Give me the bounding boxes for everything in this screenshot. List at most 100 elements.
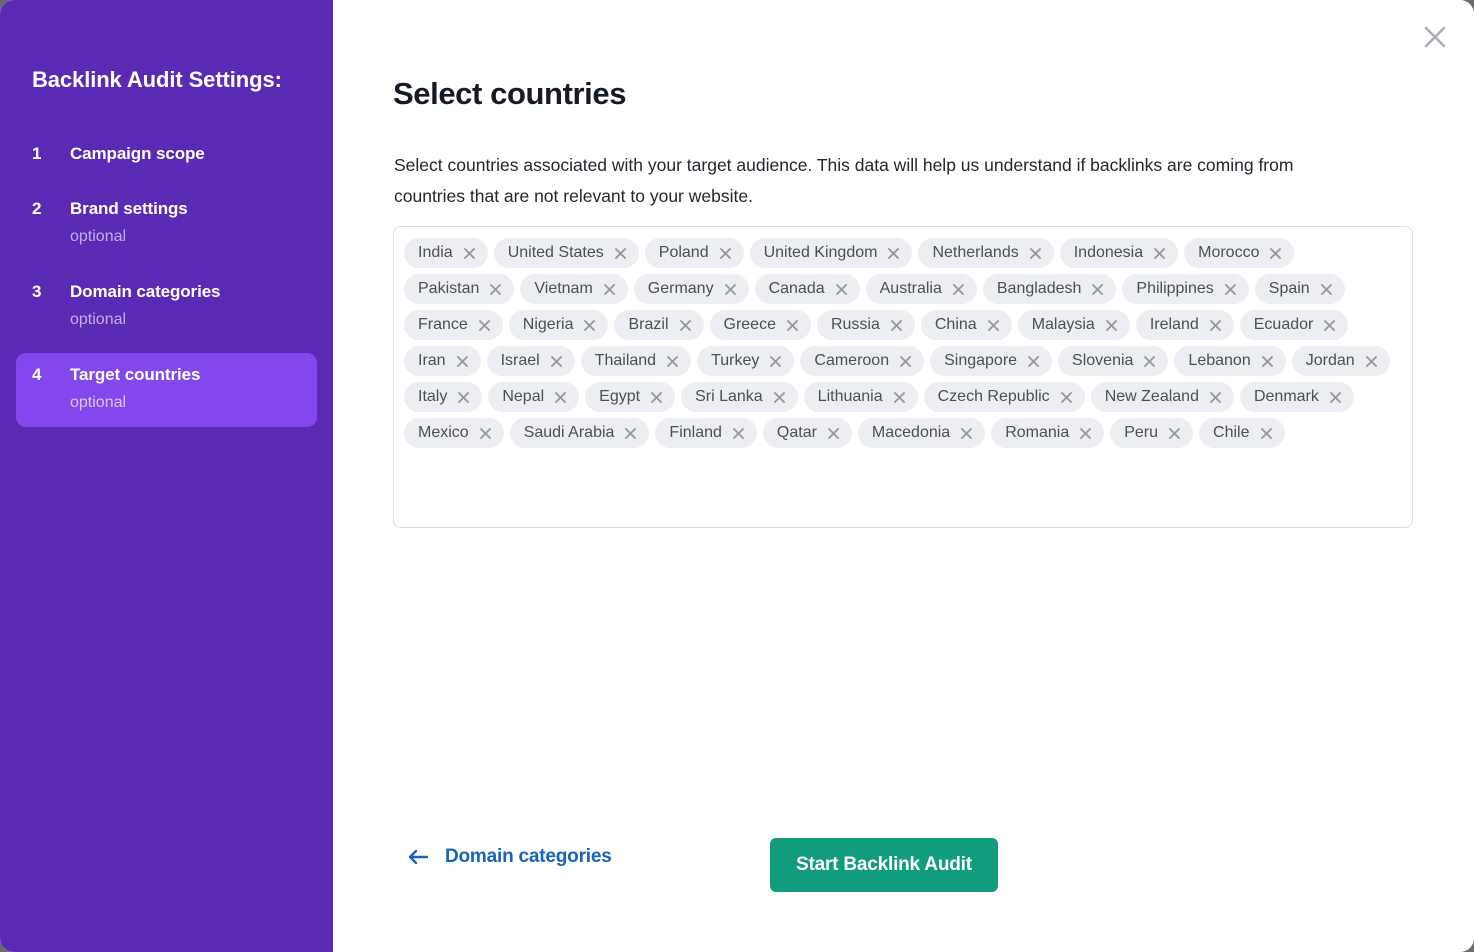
remove-country-icon[interactable] (1078, 426, 1093, 441)
country-tag[interactable]: Nepal (488, 382, 580, 412)
remove-country-icon[interactable] (549, 354, 564, 369)
remove-country-icon[interactable] (1208, 390, 1223, 405)
sidebar-item-campaign-scope[interactable]: 1 Campaign scope (16, 132, 317, 178)
country-tag[interactable]: Israel (486, 346, 575, 376)
remove-country-icon[interactable] (478, 426, 493, 441)
remove-country-icon[interactable] (1026, 354, 1041, 369)
country-tag[interactable]: Iran (404, 346, 481, 376)
remove-country-icon[interactable] (1090, 282, 1105, 297)
remove-country-icon[interactable] (477, 318, 492, 333)
start-backlink-audit-button[interactable]: Start Backlink Audit (770, 838, 998, 892)
country-tag[interactable]: United Kingdom (749, 238, 913, 268)
remove-country-icon[interactable] (1319, 282, 1334, 297)
remove-country-icon[interactable] (1142, 354, 1157, 369)
remove-country-icon[interactable] (462, 246, 477, 261)
country-tag[interactable]: Qatar (762, 418, 852, 448)
country-tag[interactable]: Lebanon (1174, 346, 1286, 376)
country-tag[interactable]: Canada (754, 274, 860, 304)
country-tag[interactable]: Malaysia (1017, 310, 1130, 340)
remove-country-icon[interactable] (649, 390, 664, 405)
country-tag[interactable]: Morocco (1184, 238, 1295, 268)
remove-country-icon[interactable] (723, 282, 738, 297)
remove-country-icon[interactable] (834, 282, 849, 297)
country-tag[interactable]: Germany (633, 274, 749, 304)
remove-country-icon[interactable] (665, 354, 680, 369)
country-tag[interactable]: Vietnam (520, 274, 628, 304)
country-tag[interactable]: Indonesia (1059, 238, 1179, 268)
back-to-domain-categories-link[interactable]: Domain categories (407, 846, 612, 868)
remove-country-icon[interactable] (623, 426, 638, 441)
country-tag[interactable]: New Zealand (1090, 382, 1234, 412)
remove-country-icon[interactable] (898, 354, 913, 369)
remove-country-icon[interactable] (1028, 246, 1043, 261)
country-tag[interactable]: Finland (655, 418, 757, 448)
remove-country-icon[interactable] (886, 246, 901, 261)
country-tag[interactable]: Poland (644, 238, 744, 268)
remove-country-icon[interactable] (1322, 318, 1337, 333)
remove-country-icon[interactable] (785, 318, 800, 333)
remove-country-icon[interactable] (1364, 354, 1379, 369)
country-tag[interactable]: Czech Republic (923, 382, 1085, 412)
country-tag[interactable]: Saudi Arabia (509, 418, 650, 448)
remove-country-icon[interactable] (768, 354, 783, 369)
close-icon[interactable] (1418, 20, 1452, 54)
remove-country-icon[interactable] (1208, 318, 1223, 333)
country-tag[interactable]: Thailand (580, 346, 692, 376)
remove-country-icon[interactable] (1328, 390, 1343, 405)
remove-country-icon[interactable] (1223, 282, 1238, 297)
country-tag[interactable]: Slovenia (1058, 346, 1169, 376)
country-tag[interactable]: Cameroon (800, 346, 925, 376)
remove-country-icon[interactable] (892, 390, 907, 405)
remove-country-icon[interactable] (553, 390, 568, 405)
remove-country-icon[interactable] (826, 426, 841, 441)
remove-country-icon[interactable] (1268, 246, 1283, 261)
country-tag[interactable]: Brazil (614, 310, 704, 340)
country-tag[interactable]: Egypt (585, 382, 676, 412)
country-tag[interactable]: Philippines (1122, 274, 1249, 304)
country-tag[interactable]: India (404, 238, 488, 268)
remove-country-icon[interactable] (1259, 426, 1274, 441)
remove-country-icon[interactable] (488, 282, 503, 297)
remove-country-icon[interactable] (731, 426, 746, 441)
sidebar-item-target-countries[interactable]: 4 Target countries optional (16, 352, 317, 427)
country-tag[interactable]: Jordan (1291, 346, 1390, 376)
country-tag[interactable]: Turkey (697, 346, 795, 376)
country-tag[interactable]: Spain (1254, 274, 1345, 304)
country-tag[interactable]: Singapore (930, 346, 1053, 376)
remove-country-icon[interactable] (456, 390, 471, 405)
country-tag[interactable]: Russia (816, 310, 915, 340)
remove-country-icon[interactable] (959, 426, 974, 441)
sidebar-item-domain-categories[interactable]: 3 Domain categories optional (16, 270, 317, 344)
country-tag[interactable]: Italy (404, 382, 483, 412)
remove-country-icon[interactable] (678, 318, 693, 333)
remove-country-icon[interactable] (889, 318, 904, 333)
country-tag[interactable]: Pakistan (404, 274, 515, 304)
country-tag[interactable]: China (920, 310, 1012, 340)
selected-countries-field[interactable]: India United States Poland United Kingdom Ne… (393, 226, 1413, 528)
remove-country-icon[interactable] (951, 282, 966, 297)
country-tag[interactable]: Australia (865, 274, 977, 304)
remove-country-icon[interactable] (1152, 246, 1167, 261)
remove-country-icon[interactable] (582, 318, 597, 333)
country-tag[interactable]: Lithuania (803, 382, 918, 412)
remove-country-icon[interactable] (613, 246, 628, 261)
remove-country-icon[interactable] (1260, 354, 1275, 369)
country-tag[interactable]: Mexico (404, 418, 504, 448)
country-tag[interactable]: Denmark (1239, 382, 1354, 412)
remove-country-icon[interactable] (718, 246, 733, 261)
country-tag[interactable]: Greece (709, 310, 811, 340)
country-tag[interactable]: Netherlands (918, 238, 1054, 268)
country-tag[interactable]: Chile (1199, 418, 1285, 448)
remove-country-icon[interactable] (455, 354, 470, 369)
country-tag[interactable]: Sri Lanka (681, 382, 798, 412)
remove-country-icon[interactable] (772, 390, 787, 405)
remove-country-icon[interactable] (1059, 390, 1074, 405)
country-tag[interactable]: Peru (1110, 418, 1194, 448)
country-tag[interactable]: Bangladesh (982, 274, 1117, 304)
country-tag[interactable]: Nigeria (508, 310, 609, 340)
country-tag[interactable]: United States (493, 238, 639, 268)
remove-country-icon[interactable] (986, 318, 1001, 333)
sidebar-item-brand-settings[interactable]: 2 Brand settings optional (16, 187, 317, 261)
remove-country-icon[interactable] (1167, 426, 1182, 441)
country-tag[interactable]: France (404, 310, 503, 340)
